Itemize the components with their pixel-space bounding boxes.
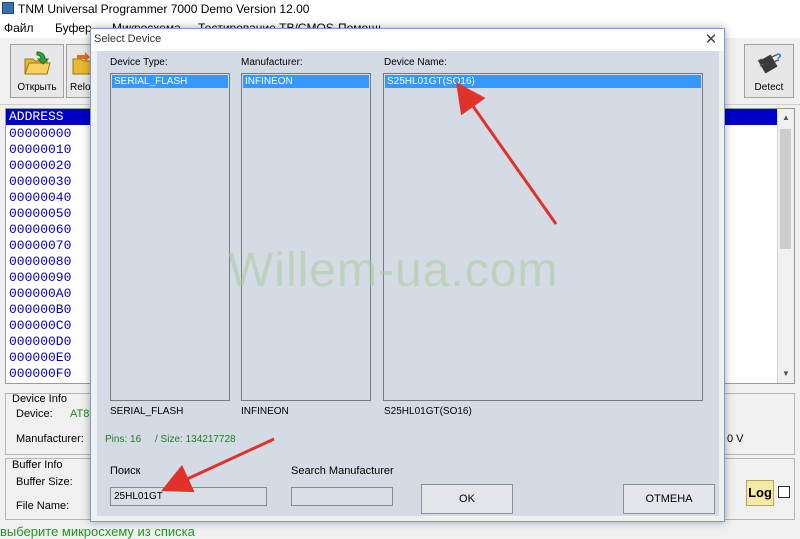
hex-address: 00000070 <box>9 238 72 253</box>
detect-button-label: Detect <box>754 82 784 93</box>
device-name-item-selected[interactable]: S25HL01GT(SO16) <box>385 75 701 88</box>
search-label: Поиск <box>110 465 141 477</box>
file-name-label: File Name: <box>16 500 70 512</box>
device-name-footer: S25HL01GT(SO16) <box>384 406 472 417</box>
hex-address: 00000090 <box>9 270 72 285</box>
close-icon[interactable]: ✕ <box>700 30 722 49</box>
log-icon[interactable]: Log <box>746 480 774 506</box>
reload-folder-icon <box>72 52 91 75</box>
detect-button[interactable]: ? Detect <box>744 44 794 98</box>
hex-address: 000000D0 <box>9 334 72 349</box>
hex-address: 00000060 <box>9 222 72 237</box>
device-type-item-selected[interactable]: SERIAL_FLASH <box>112 75 228 88</box>
hex-address: 00000030 <box>9 174 72 189</box>
open-button[interactable]: Открыть <box>10 44 64 98</box>
log-checkbox[interactable] <box>778 486 790 498</box>
dialog-title-bar: Select Device ✕ <box>91 29 724 51</box>
app-icon <box>2 2 14 14</box>
manufacturer-item-selected[interactable]: INFINEON <box>243 75 369 88</box>
device-name-list[interactable]: S25HL01GT(SO16) <box>383 73 703 401</box>
hex-address: 00000040 <box>9 190 72 205</box>
scroll-down-icon[interactable]: ▼ <box>780 367 792 381</box>
manufacturer-footer: INFINEON <box>241 406 289 417</box>
hex-scrollbar[interactable]: ▲ ▼ <box>777 109 794 383</box>
reload-button-label: Relo <box>70 82 91 93</box>
buffer-info-label: Buffer Info <box>12 459 63 471</box>
device-info-label: Device Info <box>12 393 68 405</box>
app-title: TNM Universal Programmer 7000 Demo Versi… <box>18 2 310 16</box>
status-text: выберите микросхему из списка <box>0 524 195 539</box>
menu-buffer[interactable]: Буфер <box>55 21 92 35</box>
device-value: AT8 <box>70 408 90 420</box>
search-manufacturer-input[interactable] <box>291 487 393 506</box>
manufacturer-list[interactable]: INFINEON <box>241 73 371 401</box>
search-manufacturer-label: Search Manufacturer <box>291 465 394 477</box>
watermark: Willem-ua.com <box>228 244 559 297</box>
cancel-button[interactable]: ОТМЕНА <box>623 484 715 514</box>
hex-address: 00000020 <box>9 158 72 173</box>
device-type-list[interactable]: SERIAL_FLASH <box>110 73 230 401</box>
search-input[interactable]: 25HL01GT <box>110 487 267 506</box>
hex-address: 000000F0 <box>9 366 72 381</box>
device-label: Device: <box>16 408 53 420</box>
pins-info: Pins: 16 <box>105 434 142 445</box>
device-type-label: Device Type: <box>110 57 168 68</box>
device-type-footer: SERIAL_FLASH <box>110 406 184 417</box>
log-label: Log <box>748 485 772 500</box>
hex-address: 000000B0 <box>9 302 72 317</box>
open-button-label: Открыть <box>17 82 57 93</box>
scroll-thumb[interactable] <box>780 129 791 249</box>
hex-address: 00000000 <box>9 126 72 141</box>
scroll-up-icon[interactable]: ▲ <box>780 111 792 125</box>
hex-address: 00000010 <box>9 142 72 157</box>
main-title-bar: TNM Universal Programmer 7000 Demo Versi… <box>0 0 800 18</box>
hex-address: 000000C0 <box>9 318 72 333</box>
buffer-size-label: Buffer Size: <box>16 476 73 488</box>
manufacturer-column-label: Manufacturer: <box>241 57 303 68</box>
device-name-label: Device Name: <box>384 57 447 68</box>
menu-file[interactable]: Файл <box>4 21 34 35</box>
manufacturer-label: Manufacturer: <box>16 433 84 445</box>
open-folder-icon <box>24 51 51 75</box>
hex-address-column: 00000000 00000010 00000020 00000030 0000… <box>9 126 71 382</box>
svg-text:?: ? <box>775 52 782 64</box>
ok-button[interactable]: OK <box>421 484 513 514</box>
hex-address: 00000080 <box>9 254 72 269</box>
hex-address: 000000A0 <box>9 286 72 301</box>
voltage-value: 0 V <box>727 433 744 445</box>
chip-detect-icon: ? <box>757 52 782 74</box>
hex-address: 000000E0 <box>9 350 72 365</box>
reload-button[interactable]: Relo <box>66 44 92 98</box>
dialog-title: Select Device <box>94 33 162 45</box>
size-info: / Size: 134217728 <box>155 434 236 445</box>
hex-address: 00000050 <box>9 206 72 221</box>
